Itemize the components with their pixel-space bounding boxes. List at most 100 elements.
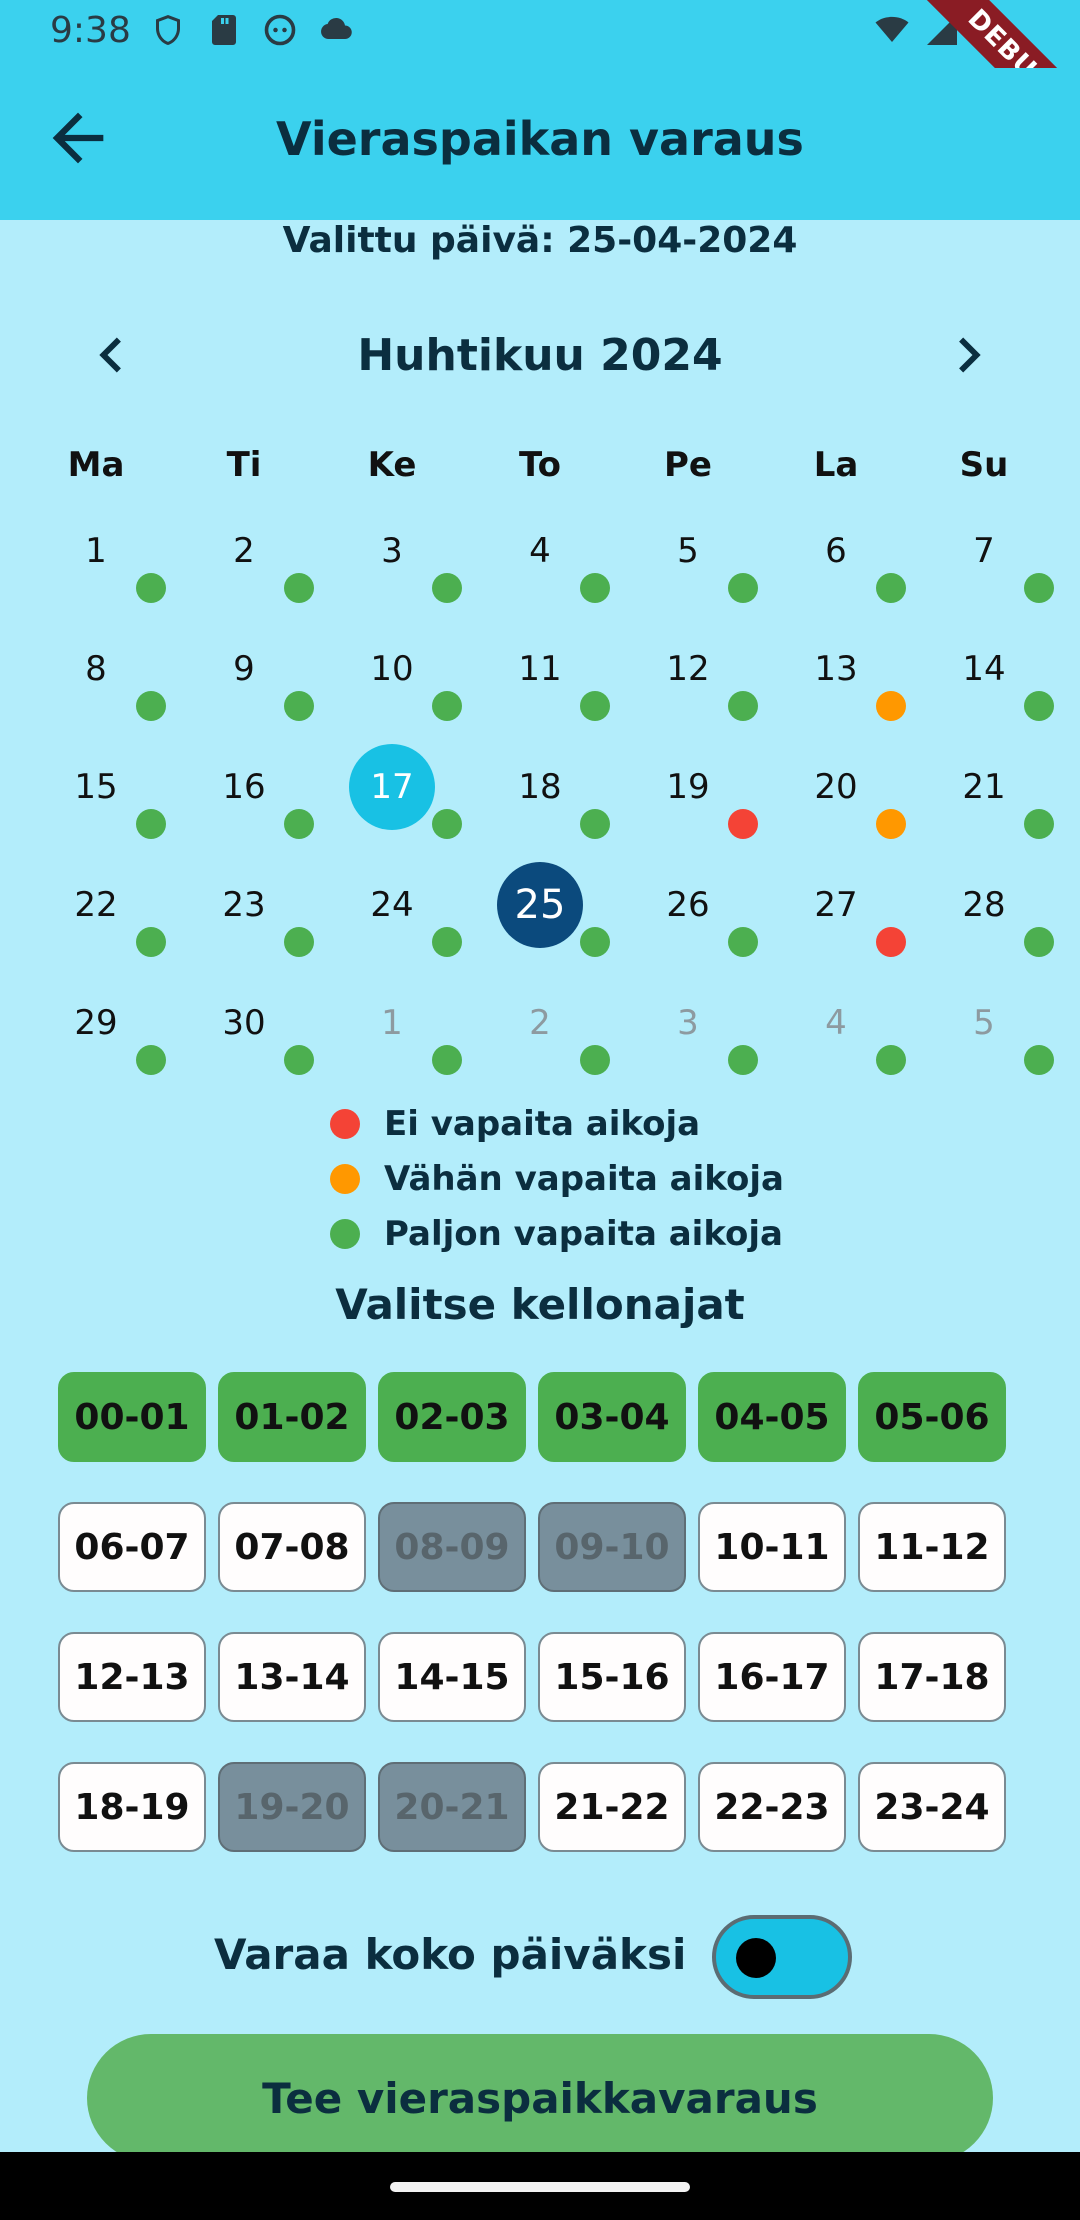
calendar-day[interactable]: 1: [318, 980, 466, 1098]
day-number: 5: [677, 531, 699, 571]
weekday-label: To: [518, 445, 562, 485]
calendar-day[interactable]: 21: [910, 744, 1058, 862]
calendar-week: 22 23 24 25 26 27 28: [22, 862, 1058, 980]
calendar-day[interactable]: 22: [22, 862, 170, 980]
calendar-day[interactable]: 23: [170, 862, 318, 980]
selected-date-label: Valittu päivä: 25-04-2024: [282, 220, 798, 261]
day-number: 3: [381, 531, 403, 571]
calendar-day[interactable]: 29: [22, 980, 170, 1098]
time-slot-available[interactable]: 07-08: [218, 1502, 366, 1592]
calendar-day[interactable]: 1: [22, 508, 170, 626]
whole-day-toggle[interactable]: [712, 1915, 852, 1999]
status-time: 9:38: [50, 10, 131, 51]
availability-dot: [136, 927, 166, 957]
submit-reservation-button[interactable]: Tee vieraspaikkavaraus: [87, 2034, 993, 2162]
calendar-day[interactable]: 7: [910, 508, 1058, 626]
availability-dot: [876, 927, 906, 957]
calendar-day[interactable]: 13: [762, 626, 910, 744]
calendar-day[interactable]: 27: [762, 862, 910, 980]
time-slot-selected[interactable]: 01-02: [218, 1372, 366, 1462]
calendar-day[interactable]: 2: [466, 980, 614, 1098]
calendar-day[interactable]: 5: [614, 508, 762, 626]
calendar-day[interactable]: 11: [466, 626, 614, 744]
day-number: 11: [518, 649, 562, 689]
legend-dot: [330, 1108, 360, 1139]
calendar-header: Huhtikuu 2024: [0, 320, 1080, 390]
calendar-day[interactable]: 10: [318, 626, 466, 744]
time-slot-available[interactable]: 16-17: [698, 1632, 846, 1722]
time-slot-available[interactable]: 10-11: [698, 1502, 846, 1592]
time-slot-selected[interactable]: 04-05: [698, 1372, 846, 1462]
calendar-day[interactable]: 8: [22, 626, 170, 744]
calendar-day[interactable]: 3: [614, 980, 762, 1098]
calendar-day[interactable]: 19: [614, 744, 762, 862]
availability-dot: [1024, 573, 1054, 603]
calendar-day[interactable]: 16: [170, 744, 318, 862]
day-number: 2: [233, 531, 255, 571]
calendar-day[interactable]: 28: [910, 862, 1058, 980]
home-handle[interactable]: [390, 2182, 690, 2192]
availability-dot: [284, 691, 314, 721]
calendar-day[interactable]: 6: [762, 508, 910, 626]
page-title: Vieraspaikan varaus: [276, 112, 804, 166]
calendar-grid: 1 2 3 4 5 6 7 8 9 10 11 12 13 14 15 16 17 18 19 20 21 22 23 24 2…: [22, 508, 1058, 1098]
day-number: 6: [825, 531, 847, 571]
time-slot-available[interactable]: 06-07: [58, 1502, 206, 1592]
time-slot-available[interactable]: 23-24: [858, 1762, 1006, 1852]
calendar-day[interactable]: 4: [466, 508, 614, 626]
legend-dot: [330, 1163, 360, 1194]
time-slot-selected[interactable]: 03-04: [538, 1372, 686, 1462]
calendar-day-selected[interactable]: 25: [466, 862, 614, 980]
calendar-day[interactable]: 5: [910, 980, 1058, 1098]
calendar-week: 1 2 3 4 5 6 7: [22, 508, 1058, 626]
calendar-day[interactable]: 14: [910, 626, 1058, 744]
availability-dot: [728, 691, 758, 721]
calendar-day[interactable]: 9: [170, 626, 318, 744]
calendar-day[interactable]: 4: [762, 980, 910, 1098]
weekday-label: Pe: [664, 445, 712, 485]
time-slot-selected[interactable]: 00-01: [58, 1372, 206, 1462]
calendar-day[interactable]: 26: [614, 862, 762, 980]
weekday-label: Ma: [67, 445, 125, 485]
day-number: 24: [370, 885, 414, 925]
day-number: 16: [222, 767, 266, 807]
time-slot-available[interactable]: 11-12: [858, 1502, 1006, 1592]
day-number: 21: [962, 767, 1006, 807]
calendar-day[interactable]: 30: [170, 980, 318, 1098]
time-slot-selected[interactable]: 02-03: [378, 1372, 526, 1462]
calendar-day[interactable]: 12: [614, 626, 762, 744]
legend-label: Vähän vapaita aikoja: [384, 1158, 784, 1199]
day-number: 27: [814, 885, 858, 925]
availability-dot: [728, 1045, 758, 1075]
time-slot-available[interactable]: 14-15: [378, 1632, 526, 1722]
chevron-right-icon[interactable]: [934, 320, 1004, 390]
time-slot-available[interactable]: 22-23: [698, 1762, 846, 1852]
calendar-day[interactable]: 20: [762, 744, 910, 862]
day-number: 25: [497, 862, 583, 948]
time-slot-selected[interactable]: 05-06: [858, 1372, 1006, 1462]
calendar-week: 8 9 10 11 12 13 14: [22, 626, 1058, 744]
calendar-day[interactable]: 18: [466, 744, 614, 862]
time-slot-available[interactable]: 13-14: [218, 1632, 366, 1722]
time-slot-available[interactable]: 21-22: [538, 1762, 686, 1852]
month-title: Huhtikuu 2024: [357, 330, 723, 381]
calendar-day[interactable]: 15: [22, 744, 170, 862]
weekday-label: La: [813, 445, 859, 485]
day-number: 13: [814, 649, 858, 689]
time-slot-available[interactable]: 15-16: [538, 1632, 686, 1722]
availability-dot: [284, 809, 314, 839]
time-slot-available[interactable]: 12-13: [58, 1632, 206, 1722]
calendar-day[interactable]: 2: [170, 508, 318, 626]
availability-dot: [432, 573, 462, 603]
time-slot-available[interactable]: 18-19: [58, 1762, 206, 1852]
day-number: 12: [666, 649, 710, 689]
calendar-day[interactable]: 24: [318, 862, 466, 980]
shield-icon: [156, 15, 180, 45]
calendar-day-today[interactable]: 17: [318, 744, 466, 862]
time-slot-available[interactable]: 17-18: [858, 1632, 1006, 1722]
day-number: 22: [74, 885, 118, 925]
calendar-day[interactable]: 3: [318, 508, 466, 626]
availability-legend: Ei vapaita aikoja Vähän vapaita aikoja Pal…: [330, 1096, 784, 1261]
day-number: 4: [529, 531, 551, 571]
legend-label: Paljon vapaita aikoja: [384, 1213, 783, 1254]
